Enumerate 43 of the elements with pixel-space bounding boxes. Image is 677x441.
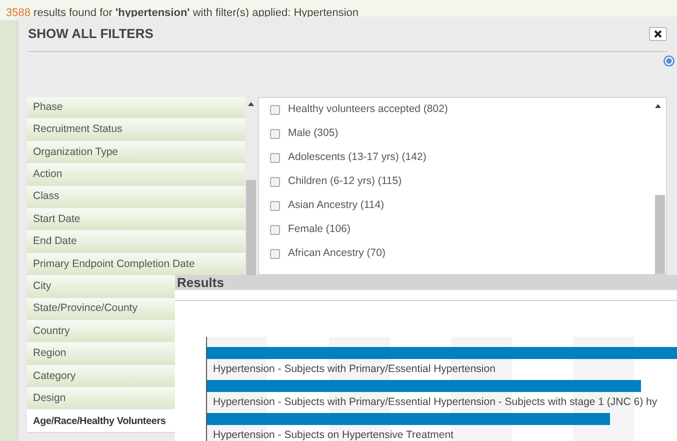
help-icon[interactable] bbox=[663, 55, 675, 67]
close-button[interactable] bbox=[649, 27, 667, 41]
checkbox[interactable] bbox=[270, 201, 280, 211]
filter-category-item[interactable]: City bbox=[27, 276, 175, 299]
checkbox[interactable] bbox=[270, 249, 280, 259]
bar-label: Hypertension - Subjects on Hypertensive Treatment bbox=[213, 428, 454, 441]
option-label: Male (305) bbox=[288, 126, 338, 142]
option-label: Asian Ancestry (114) bbox=[288, 198, 384, 214]
scrollbar-thumb[interactable] bbox=[655, 195, 665, 274]
filter-category-item[interactable]: Recruitment Status bbox=[27, 119, 245, 142]
option-label: Adolescents (13-17 yrs) (142) bbox=[288, 150, 426, 166]
filter-category-item[interactable]: Country bbox=[27, 320, 175, 344]
filter-category-item[interactable]: Region bbox=[27, 343, 175, 366]
dialog-title: SHOW ALL FILTERS bbox=[28, 25, 154, 44]
bar-label: Hypertension - Subjects with Primary/Essential Hypertension - Subjects with stage 1 (JNC 6) hy bbox=[213, 395, 658, 410]
filter-category-item[interactable]: End Date bbox=[27, 231, 245, 254]
filter-category-item[interactable]: Design bbox=[27, 388, 175, 410]
scrollbar-thumb[interactable] bbox=[246, 180, 256, 275]
filter-category-item[interactable]: State/Province/County bbox=[27, 298, 175, 321]
filter-category-item[interactable]: Primary Endpoint Completion Date bbox=[27, 254, 245, 276]
filter-category-item[interactable]: Phase bbox=[27, 97, 245, 120]
checkbox[interactable] bbox=[270, 129, 280, 139]
close-icon bbox=[654, 30, 662, 38]
option-label: African Ancestry (70) bbox=[288, 246, 386, 262]
option-label: Healthy volunteers accepted (802) bbox=[288, 102, 448, 118]
option-label: Children (6-12 yrs) (115) bbox=[288, 174, 402, 190]
checkbox[interactable] bbox=[270, 177, 280, 187]
scroll-up-icon[interactable] bbox=[655, 104, 661, 108]
checkbox[interactable] bbox=[270, 105, 280, 115]
checkbox[interactable] bbox=[270, 153, 280, 163]
filter-category-item[interactable]: Age/Race/Healthy Volunteers bbox=[27, 410, 175, 433]
filter-category-item[interactable]: Class bbox=[27, 186, 245, 209]
result-count: 3588 bbox=[6, 7, 30, 19]
panel-title: Results bbox=[177, 275, 224, 292]
results-summary: results found for 'hypertension' with filter(s) applied: Hypertension bbox=[34, 7, 359, 19]
checkbox[interactable] bbox=[270, 225, 280, 235]
filter-category-item[interactable]: Action bbox=[27, 164, 245, 187]
filter-category-item[interactable]: Start Date bbox=[27, 208, 245, 232]
scroll-up-icon[interactable] bbox=[248, 102, 254, 106]
filter-category-item[interactable]: Organization Type bbox=[27, 142, 245, 164]
filter-category-item[interactable]: Category bbox=[27, 366, 175, 388]
option-label: Female (106) bbox=[288, 222, 350, 238]
bar-label: Hypertension - Subjects with Primary/Essential Hypertension bbox=[213, 362, 496, 377]
